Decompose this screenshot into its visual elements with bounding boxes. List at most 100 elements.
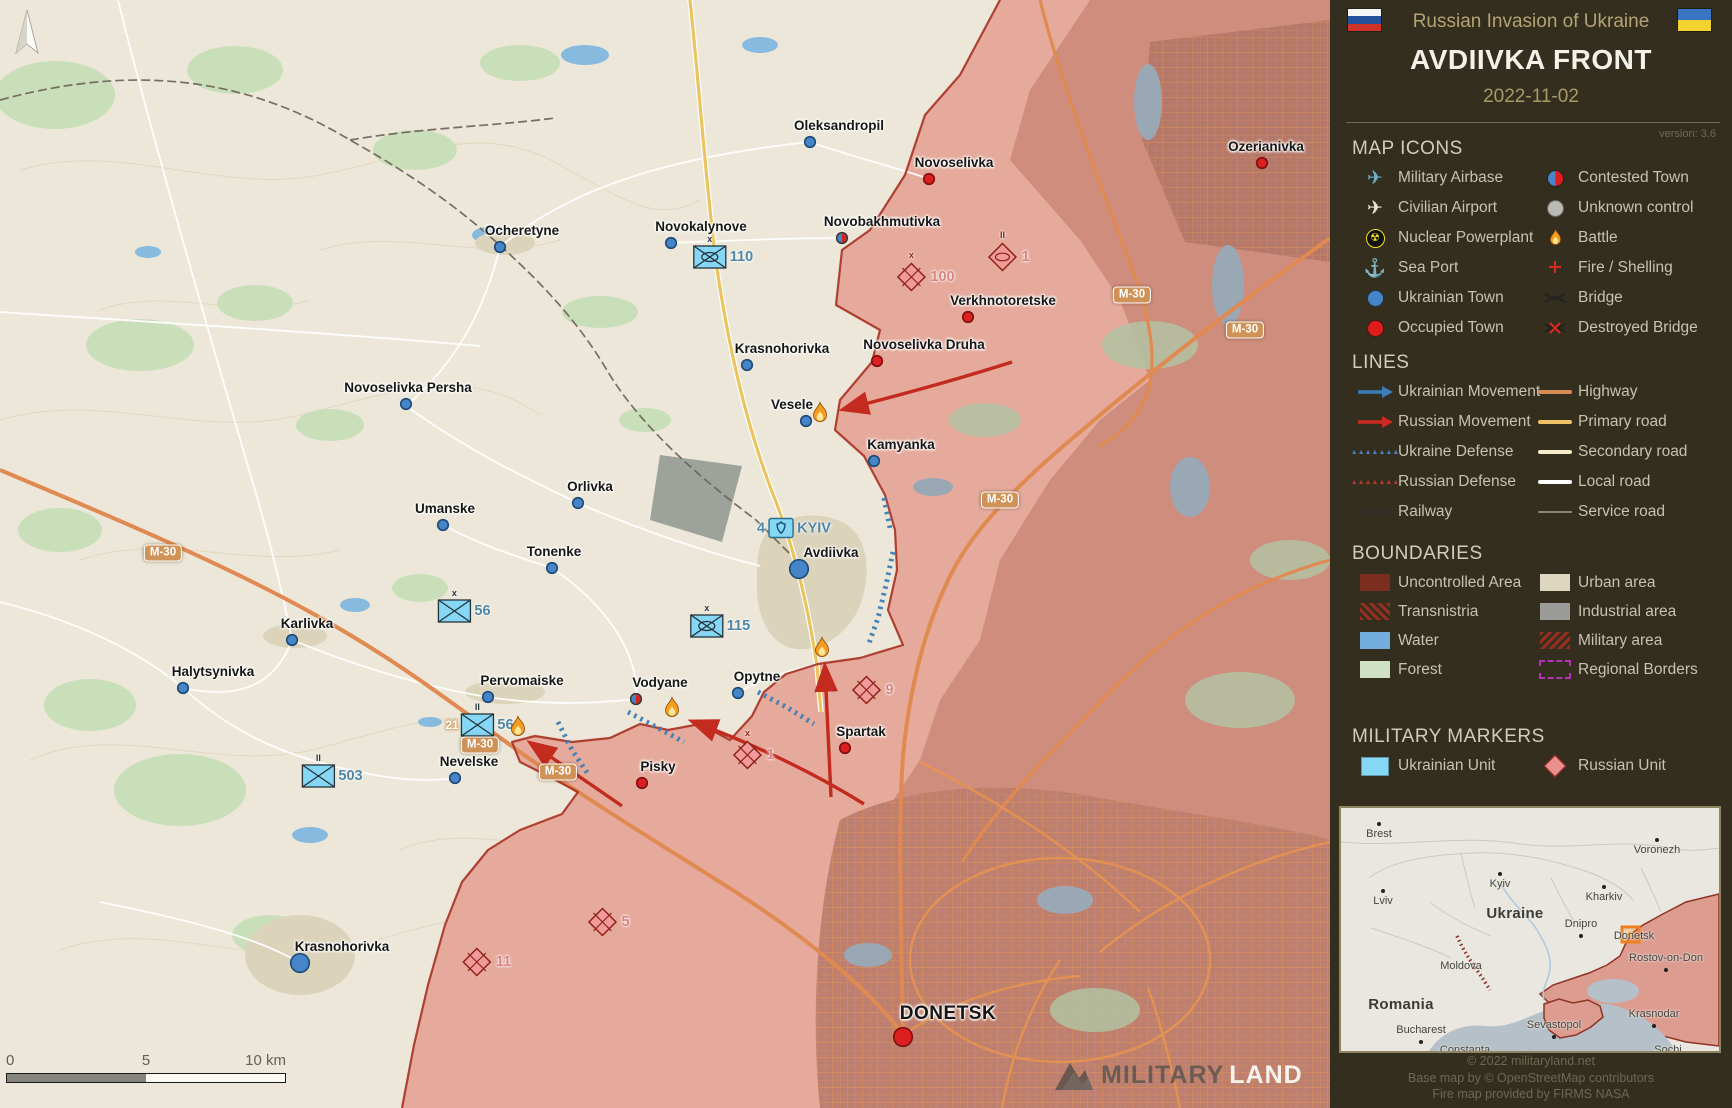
legend-row: Railway bbox=[1352, 497, 1532, 527]
divider bbox=[1346, 122, 1720, 123]
legend-row: Military area bbox=[1532, 626, 1724, 655]
town-marker-tonenke bbox=[548, 564, 557, 573]
water-icon bbox=[1352, 632, 1398, 649]
legend-label: Railway bbox=[1398, 503, 1452, 521]
town-label-kamyanka: Kamyanka bbox=[867, 437, 935, 452]
town-label-nevelske: Nevelske bbox=[440, 754, 499, 769]
town-marker-novoselivka bbox=[925, 175, 934, 184]
legend-label: Forest bbox=[1398, 661, 1442, 679]
legend-section-boundaries: BOUNDARIES Uncontrolled AreaUrban areaTr… bbox=[1352, 543, 1724, 684]
town-marker-pisky bbox=[638, 779, 647, 788]
legend-label: Military Airbase bbox=[1398, 169, 1503, 187]
town-marker-novobakhmutivka bbox=[838, 234, 847, 243]
legend-label: Industrial area bbox=[1578, 603, 1676, 621]
inset-place-donetsk: Donetsk bbox=[1614, 930, 1654, 942]
legend-heading-lines: LINES bbox=[1352, 352, 1724, 374]
legend-heading-map-icons: MAP ICONS bbox=[1352, 138, 1724, 160]
unknown-control-icon bbox=[1532, 200, 1578, 217]
town-label-verkhnotoretske: Verkhnotoretske bbox=[950, 293, 1056, 308]
legend-row: ☢Nuclear Powerplant bbox=[1352, 223, 1532, 253]
inset-place-lviv: Lviv bbox=[1373, 895, 1393, 907]
legend-label: Contested Town bbox=[1578, 169, 1689, 187]
legend-row: ✈Civilian Airport bbox=[1352, 193, 1532, 223]
battle-icon bbox=[663, 697, 682, 725]
town-marker-kamyanka bbox=[870, 457, 879, 466]
legend-heading-boundaries: BOUNDARIES bbox=[1352, 543, 1724, 565]
town-marker-pervomaiske bbox=[484, 693, 493, 702]
legend-row: Water bbox=[1352, 626, 1532, 655]
russian-unit-marker-11: 11 bbox=[461, 946, 511, 978]
inset-place-dnipro: Dnipro bbox=[1565, 918, 1597, 930]
legend-section-lines: LINES Ukrainian MovementHighwayRussian M… bbox=[1352, 352, 1724, 527]
inset-place-bucharest: Bucharest bbox=[1396, 1024, 1446, 1036]
inset-place-krasnodar: Krasnodar bbox=[1629, 1008, 1680, 1020]
town-marker-ocheretyne bbox=[496, 243, 505, 252]
legend-row: Primary road bbox=[1532, 407, 1724, 437]
russian-unit-marker-100: x100 bbox=[895, 261, 954, 293]
russian-unit-marker-9: 9 bbox=[850, 674, 893, 706]
unit-label: 5 bbox=[621, 914, 629, 930]
unit-echelon: x bbox=[909, 250, 914, 260]
page-subtitle: Russian Invasion of Ukraine bbox=[1330, 11, 1732, 33]
town-marker-spartak bbox=[841, 744, 850, 753]
credit-line-basemap: Base map by © OpenStreetMap contributors bbox=[1330, 1070, 1732, 1087]
ukrainian-unit-marker-kyiv: 4KYIV bbox=[757, 518, 831, 539]
unit-label: 1 bbox=[1021, 249, 1029, 265]
unit-echelon: II bbox=[1000, 230, 1005, 240]
legend-heading-military-markers: MILITARY MARKERS bbox=[1352, 726, 1724, 748]
road-badge-m-30: M-30 bbox=[144, 545, 182, 562]
scale-label-mid: 5 bbox=[142, 1052, 150, 1069]
bridge-icon bbox=[1532, 291, 1578, 305]
watermark-text-land: LAND bbox=[1229, 1061, 1302, 1090]
legend-row: Secondary road bbox=[1532, 437, 1724, 467]
industrial-area-icon bbox=[1532, 603, 1578, 620]
town-label-oleksandropil: Oleksandropil bbox=[794, 118, 884, 133]
contested-town-icon bbox=[1532, 170, 1578, 187]
watermark-text-military: MILITARY bbox=[1101, 1061, 1224, 1090]
military-area-icon bbox=[1532, 632, 1578, 649]
town-label-avdiivka: Avdiivka bbox=[803, 545, 858, 560]
legend-label: Sea Port bbox=[1398, 259, 1458, 277]
road-badge-m-30: M-30 bbox=[461, 737, 499, 754]
town-label-tonenke: Tonenke bbox=[527, 544, 582, 559]
scale-label-end: 10 km bbox=[245, 1052, 286, 1069]
legend-label: Nuclear Powerplant bbox=[1398, 229, 1533, 247]
town-label-novokalynove: Novokalynove bbox=[655, 219, 747, 234]
town-marker-novokalynove bbox=[667, 239, 676, 248]
russian-unit-marker-1: x1 bbox=[731, 739, 774, 771]
ukrainian-unit-marker-503: II503 bbox=[301, 764, 362, 788]
inset-place-brest: Brest bbox=[1366, 828, 1392, 840]
inset-place-dot bbox=[1579, 934, 1583, 938]
town-label-karlivka: Karlivka bbox=[281, 616, 334, 631]
legend-label: Military area bbox=[1578, 632, 1662, 650]
legend-label: Destroyed Bridge bbox=[1578, 319, 1698, 337]
ukrainian-unit-marker-115: x115 bbox=[690, 614, 750, 638]
legend-label: Uncontrolled Area bbox=[1398, 574, 1521, 592]
legend-row: Uncontrolled Area bbox=[1352, 568, 1532, 597]
scale-label-start: 0 bbox=[6, 1052, 14, 1069]
legend-label: Bridge bbox=[1578, 289, 1623, 307]
legend-row: Local road bbox=[1532, 467, 1724, 497]
road-badge-m-30: M-30 bbox=[1113, 287, 1151, 304]
unit-label: 100 bbox=[930, 269, 954, 285]
town-label-ozerianivka: Ozerianivka bbox=[1228, 139, 1304, 154]
inset-place-dot bbox=[1498, 872, 1502, 876]
regional-borders-icon bbox=[1532, 660, 1578, 679]
uncontrolled-area-icon bbox=[1352, 574, 1398, 591]
town-label-donetsk: DONETSK bbox=[900, 1003, 996, 1025]
legend-label: Russian Unit bbox=[1578, 757, 1666, 775]
transnistria-icon bbox=[1352, 603, 1398, 620]
legend-row: Occupied Town bbox=[1352, 313, 1532, 343]
ukrainian-movement-icon bbox=[1352, 386, 1398, 398]
legend-label: Secondary road bbox=[1578, 443, 1687, 461]
unit-label: 11 bbox=[496, 954, 511, 970]
map-dashboard: OleksandropilNovoselivkaOzerianivkaNovok… bbox=[0, 0, 1732, 1108]
legend-row: Destroyed Bridge bbox=[1532, 313, 1724, 343]
urban-area-icon bbox=[1532, 574, 1578, 591]
legend-label: Transnistria bbox=[1398, 603, 1478, 621]
legend-row: Industrial area bbox=[1532, 597, 1724, 626]
town-marker-ozerianivka bbox=[1258, 159, 1267, 168]
legend-row: ▲▲▲▲▲▲▲Ukraine Defense bbox=[1352, 437, 1532, 467]
legend-row: Battle bbox=[1532, 223, 1724, 253]
legend-row: ▲▲▲▲▲▲▲Russian Defense bbox=[1352, 467, 1532, 497]
